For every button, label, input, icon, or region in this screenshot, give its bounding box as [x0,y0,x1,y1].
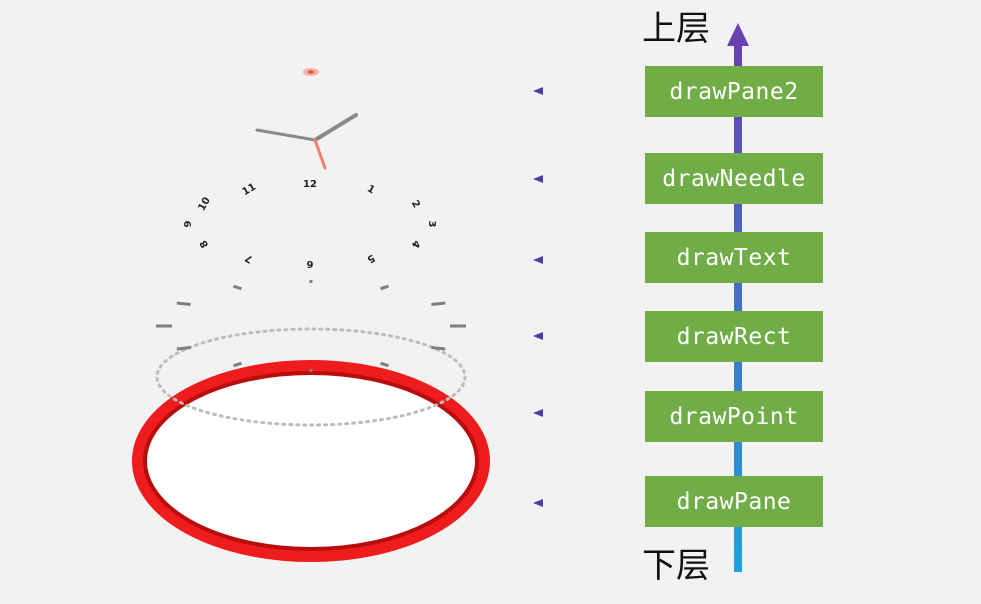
hour-hand [255,128,317,142]
tick-mark [176,346,191,351]
clock-numerals: 1234567891011 12 [183,179,437,269]
layer-box-drawpoint: drawPoint [645,391,823,442]
clock-numeral: 7 [243,252,255,265]
clock-numeral: 10 [196,195,213,213]
center-cap-dot [307,70,315,74]
layer-box-label: drawPane2 [669,78,799,105]
needle-layer [255,113,358,170]
pointer-arrowhead-drawpane2 [533,87,543,95]
tick-mark [176,301,191,306]
layer-box-drawpane2: drawPane2 [645,66,823,117]
pointer-arrows [533,87,645,507]
clock-numeral: 11 [240,182,258,199]
layer-box-drawrect: drawRect [645,311,823,362]
tick-mark [233,284,242,291]
top-layer-label: 上层 [642,9,710,49]
layer-order-axis-arrowhead [727,23,749,46]
pointer-arrowhead-drawneedle [533,175,543,183]
clock-numeral: 12 [303,179,317,190]
clock-numeral: 6 [306,258,313,269]
layer-box-label: drawNeedle [662,165,806,192]
tick-mark [431,301,446,306]
clock-numeral: 3 [426,221,437,228]
layer-box-label: drawRect [676,323,792,350]
clock-numeral: 4 [409,238,422,250]
layer-diagram: 1 2 3 4 5 6 7 8 9 10 11 12 上层 下层 drawPane2 drawNeed… [0,0,981,604]
center-cap-layer [303,68,319,76]
clock-layer-illustration: 1234567891011 12 [132,23,749,572]
pointer-arrowhead-drawpane [533,499,543,507]
minute-hand [313,113,358,142]
tick-mark [233,361,242,368]
tick-mark [380,361,389,368]
layer-box-drawtext: drawText [645,232,823,283]
layer-box-label: drawText [676,244,792,271]
layer-box-drawneedle: drawNeedle [645,153,823,204]
tick-mark [380,284,389,291]
layer-box-label: drawPoint [669,403,799,430]
layer-box-label: drawPane [676,488,792,515]
tick-mark [431,346,446,351]
layer-box-drawpane: drawPane [645,476,823,527]
second-hand [313,138,327,170]
pointer-arrowhead-drawrect [533,332,543,340]
pointer-arrowhead-drawtext [533,256,543,264]
bottom-layer-label: 下层 [642,546,710,586]
clock-numeral: 8 [198,238,211,250]
pointer-arrowhead-drawpoint [533,409,543,417]
clock-numeral: 5 [365,252,377,265]
clock-numeral: 9 [183,220,194,227]
tick-marks [156,280,466,372]
clock-numeral: 1 [365,183,377,196]
clock-numeral: 2 [409,198,422,210]
pane-layer [132,360,490,562]
